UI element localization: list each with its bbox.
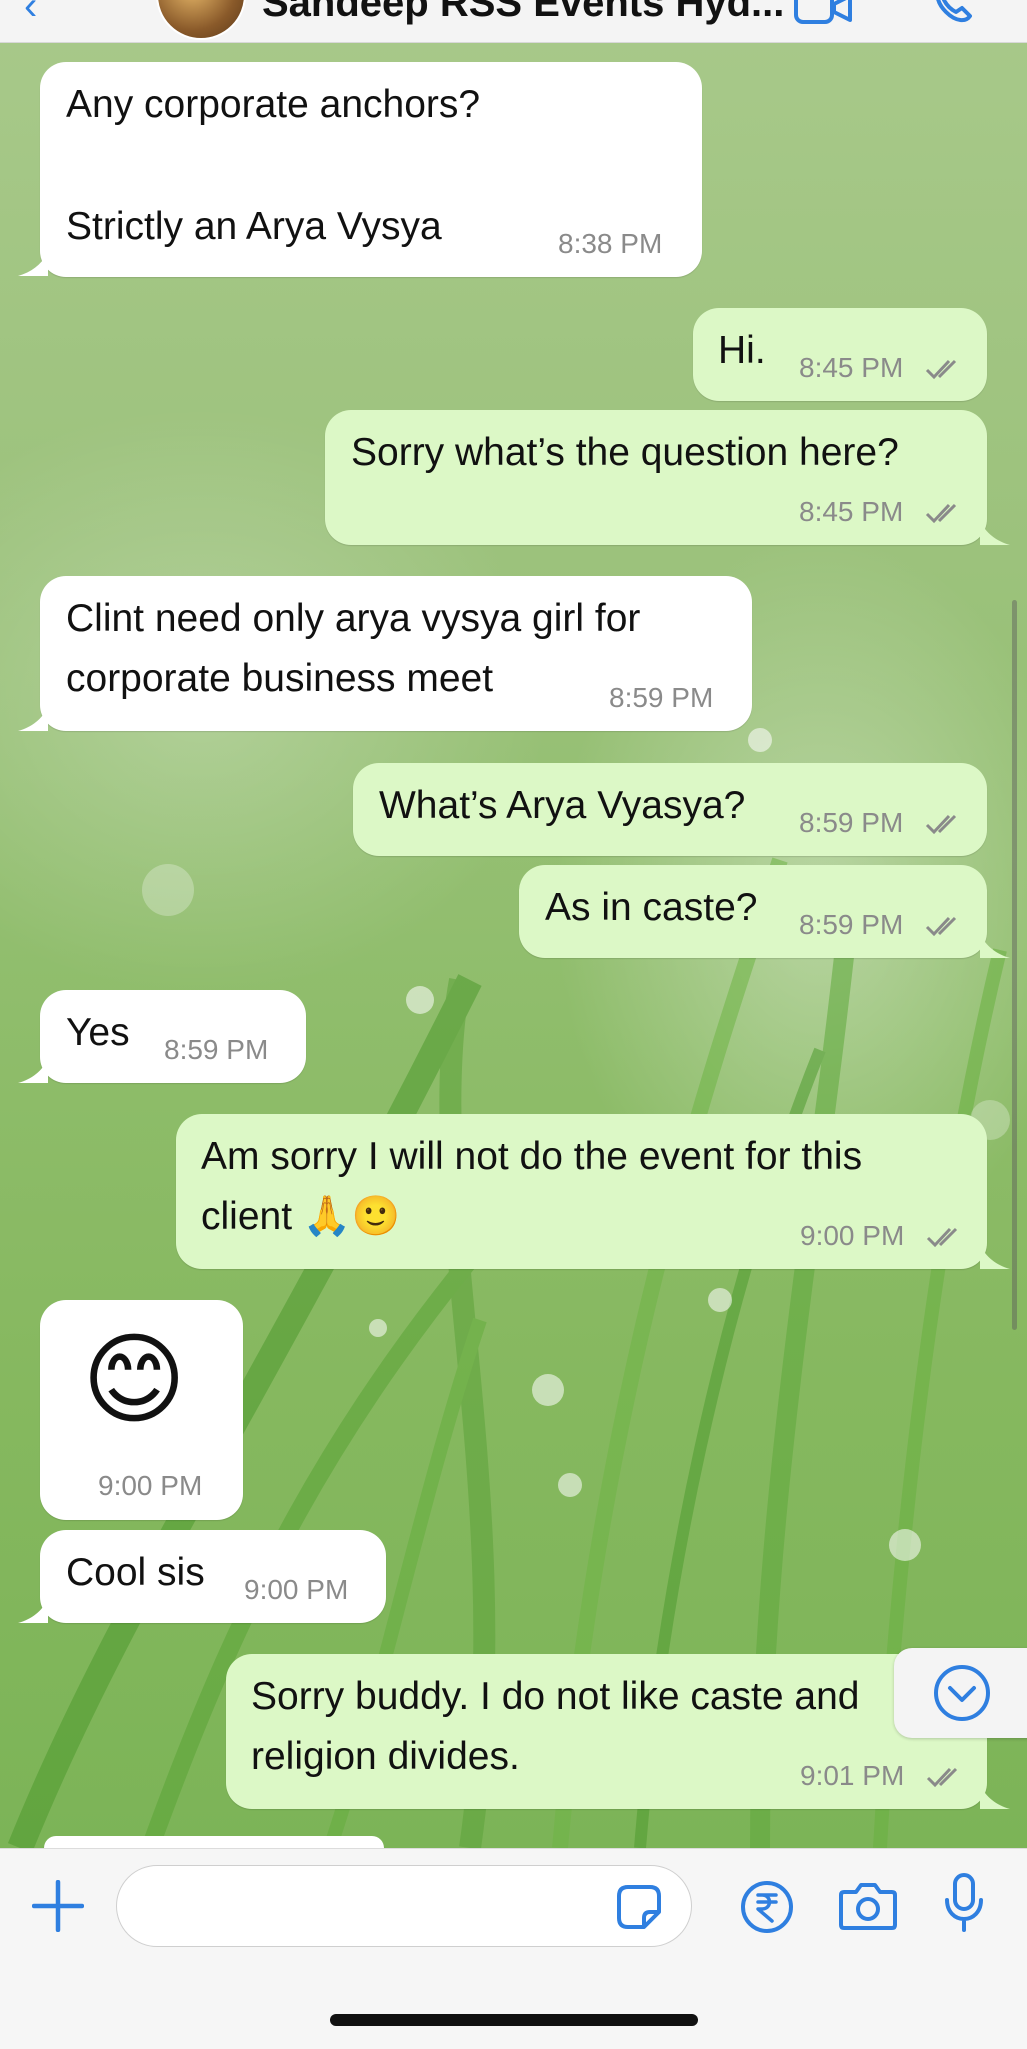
message-timestamp: 9:00 PM	[800, 1220, 905, 1251]
microphone-icon[interactable]	[942, 1872, 986, 1934]
message-timestamp: 9:01 PM	[800, 1760, 905, 1791]
message-timestamp: 8:38 PM	[558, 228, 663, 259]
chevron-left-icon[interactable]: ‹	[24, 0, 64, 26]
emoji-message: 😊	[82, 1324, 187, 1436]
message-bubble-incoming-partial[interactable]	[44, 1836, 384, 1848]
read-receipt-icon	[925, 814, 957, 835]
message-bubble-outgoing[interactable]: Am sorry I will not do the event for thi…	[176, 1114, 987, 1269]
message-bubble-incoming[interactable]: 😊 9:00 PM	[40, 1300, 243, 1520]
contact-name[interactable]: Sandeep RSS Events Hyd...	[262, 0, 784, 28]
message-timestamp: 8:45 PM	[799, 496, 904, 527]
home-indicator	[330, 2014, 698, 2026]
read-receipt-icon	[926, 1767, 958, 1788]
video-camera-icon[interactable]	[794, 0, 854, 28]
message-text: Clint need only arya vysya girl for	[66, 597, 641, 640]
read-receipt-icon	[926, 1227, 958, 1248]
message-text: Sorry buddy. I do not like caste and	[251, 1675, 860, 1718]
read-receipt-icon	[925, 359, 957, 380]
bubble-tail	[980, 521, 1010, 545]
bubble-tail	[980, 934, 1010, 958]
message-timestamp: 9:00 PM	[244, 1574, 349, 1605]
message-text: As in caste?	[545, 886, 758, 929]
message-text: Am sorry I will not do the event for thi…	[201, 1135, 863, 1178]
plus-icon[interactable]	[32, 1880, 84, 1932]
contact-avatar[interactable]	[156, 0, 246, 40]
read-receipt-icon	[925, 503, 957, 524]
message-input[interactable]	[116, 1865, 692, 1947]
message-text: client 🙏🙂	[201, 1195, 400, 1238]
message-bubble-outgoing[interactable]: Sorry buddy. I do not like caste and rel…	[226, 1654, 987, 1809]
message-bubble-incoming[interactable]: Cool sis 9:00 PM	[40, 1530, 386, 1623]
read-receipt-icon	[925, 916, 957, 937]
message-timestamp: 8:59 PM	[799, 909, 904, 940]
message-timestamp: 8:59 PM	[799, 807, 904, 838]
bubble-tail	[18, 707, 48, 731]
message-bubble-incoming[interactable]: Yes 8:59 PM	[40, 990, 306, 1083]
sticker-icon[interactable]	[616, 1884, 662, 1930]
message-text: Cool sis	[66, 1551, 205, 1594]
bubble-tail	[980, 1785, 1010, 1809]
bubble-tail	[18, 252, 48, 276]
message-text: Yes	[66, 1011, 130, 1054]
bubble-tail	[18, 1059, 48, 1083]
message-bubble-outgoing[interactable]: Hi. 8:45 PM	[693, 308, 987, 401]
message-bubble-outgoing[interactable]: Sorry what’s the question here? 8:45 PM	[325, 410, 987, 545]
message-bubble-outgoing[interactable]: What’s Arya Vyasya? 8:59 PM	[353, 763, 987, 856]
camera-icon[interactable]	[838, 1880, 898, 1932]
phone-icon[interactable]	[930, 0, 974, 26]
message-timestamp: 8:59 PM	[164, 1034, 269, 1065]
bubble-tail	[18, 1599, 48, 1623]
message-text: Hi.	[718, 329, 766, 372]
message-text: Strictly an Arya Vysya	[66, 205, 442, 248]
message-timestamp: 9:00 PM	[98, 1470, 203, 1501]
message-text: corporate business meet	[66, 657, 494, 700]
message-bubble-outgoing[interactable]: As in caste? 8:59 PM	[519, 865, 987, 958]
chat-header: ‹ Sandeep RSS Events Hyd...	[0, 0, 1027, 43]
message-text: Any corporate anchors?	[66, 83, 481, 126]
chevron-down-circle-icon	[934, 1665, 990, 1721]
message-timestamp: 8:59 PM	[609, 682, 714, 713]
message-text: What’s Arya Vyasya?	[379, 784, 746, 827]
message-text: Sorry what’s the question here?	[351, 431, 899, 474]
scrollbar[interactable]	[1012, 600, 1017, 1330]
message-text: religion divides.	[251, 1735, 520, 1778]
message-bubble-incoming[interactable]: Any corporate anchors? Strictly an Arya …	[40, 62, 702, 277]
message-bubble-incoming[interactable]: Clint need only arya vysya girl for corp…	[40, 576, 752, 731]
scroll-to-bottom-button[interactable]	[894, 1648, 1027, 1738]
rupee-payment-icon[interactable]	[740, 1880, 794, 1934]
bubble-tail	[980, 1245, 1010, 1269]
message-timestamp: 8:45 PM	[799, 352, 904, 383]
